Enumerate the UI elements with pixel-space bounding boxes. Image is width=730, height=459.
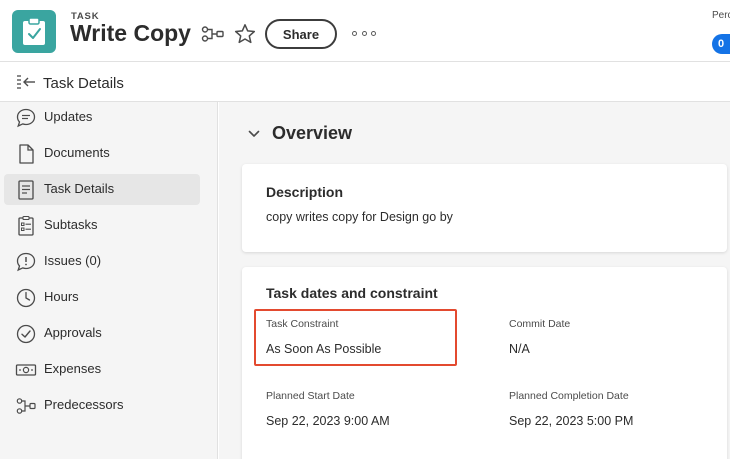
planned-completion-value[interactable]: Sep 22, 2023 5:00 PM [509, 414, 633, 428]
dates-title: Task dates and constraint [266, 285, 438, 301]
planned-start-label: Planned Start Date [266, 390, 355, 402]
page-header: TASK Write Copy Share Perc 0 [0, 0, 730, 62]
description-title: Description [266, 184, 344, 200]
percent-complete-toggle[interactable]: 0 [712, 34, 730, 54]
dates-card: Task dates and constraint Task Constrain… [242, 267, 727, 459]
details-subheader: Task Details [0, 63, 730, 102]
document-icon [15, 143, 37, 165]
sidebar-item-label: Issues (0) [44, 253, 102, 268]
predecessors-icon [15, 395, 37, 417]
sidebar-item-label: Updates [44, 109, 93, 124]
subtasks-icon [15, 215, 37, 237]
issue-icon [15, 251, 37, 273]
collapse-panel-icon[interactable] [15, 73, 37, 93]
sidebar-item-hours[interactable]: Hours [4, 282, 200, 313]
sidebar-item-updates[interactable]: Updates [4, 102, 200, 133]
clipboard-check-icon [12, 10, 56, 53]
section-title: Overview [272, 123, 353, 143]
sidebar-item-label: Task Details [44, 181, 115, 196]
percent-complete-label: Perc [712, 10, 730, 21]
clock-icon [15, 287, 37, 309]
task-constraint-value[interactable]: As Soon As Possible [266, 342, 381, 356]
share-button[interactable]: Share [265, 19, 337, 49]
main-content: Overview Description copy writes copy fo… [219, 102, 730, 459]
commit-date-label: Commit Date [509, 318, 571, 330]
sidebar-item-label: Expenses [44, 361, 102, 376]
sidebar-item-label: Approvals [44, 325, 102, 340]
sidebar: Updates Documents Task Details Subtasks … [0, 102, 218, 459]
sidebar-item-subtasks[interactable]: Subtasks [4, 210, 200, 241]
money-icon [15, 359, 37, 381]
check-circle-icon [15, 323, 37, 345]
star-icon[interactable] [233, 22, 257, 46]
chat-bubble-icon [15, 107, 37, 129]
sidebar-item-documents[interactable]: Documents [4, 138, 200, 169]
details-title: Task Details [43, 75, 124, 92]
sidebar-item-label: Documents [44, 145, 110, 160]
planned-start-value[interactable]: Sep 22, 2023 9:00 AM [266, 414, 390, 428]
sidebar-item-issues[interactable]: Issues (0) [4, 246, 200, 277]
description-card: Description copy writes copy for Design … [242, 164, 727, 252]
sidebar-item-label: Subtasks [44, 217, 98, 232]
sidebar-item-approvals[interactable]: Approvals [4, 318, 200, 349]
task-constraint-label: Task Constraint [266, 318, 339, 330]
sidebar-item-predecessors[interactable]: Predecessors [4, 390, 200, 421]
sidebar-item-label: Hours [44, 289, 79, 304]
chevron-down-icon[interactable] [247, 127, 261, 141]
sidebar-item-expenses[interactable]: Expenses [4, 354, 200, 385]
more-icon[interactable] [352, 26, 376, 40]
planned-completion-label: Planned Completion Date [509, 390, 629, 402]
details-icon [15, 179, 37, 201]
commit-date-value[interactable]: N/A [509, 342, 530, 356]
page-title: Write Copy [70, 20, 191, 46]
workflow-icon[interactable] [201, 22, 225, 46]
sidebar-item-label: Predecessors [44, 397, 124, 412]
sidebar-item-task-details[interactable]: Task Details [4, 174, 200, 205]
description-text: copy writes copy for Design go by [266, 210, 453, 224]
